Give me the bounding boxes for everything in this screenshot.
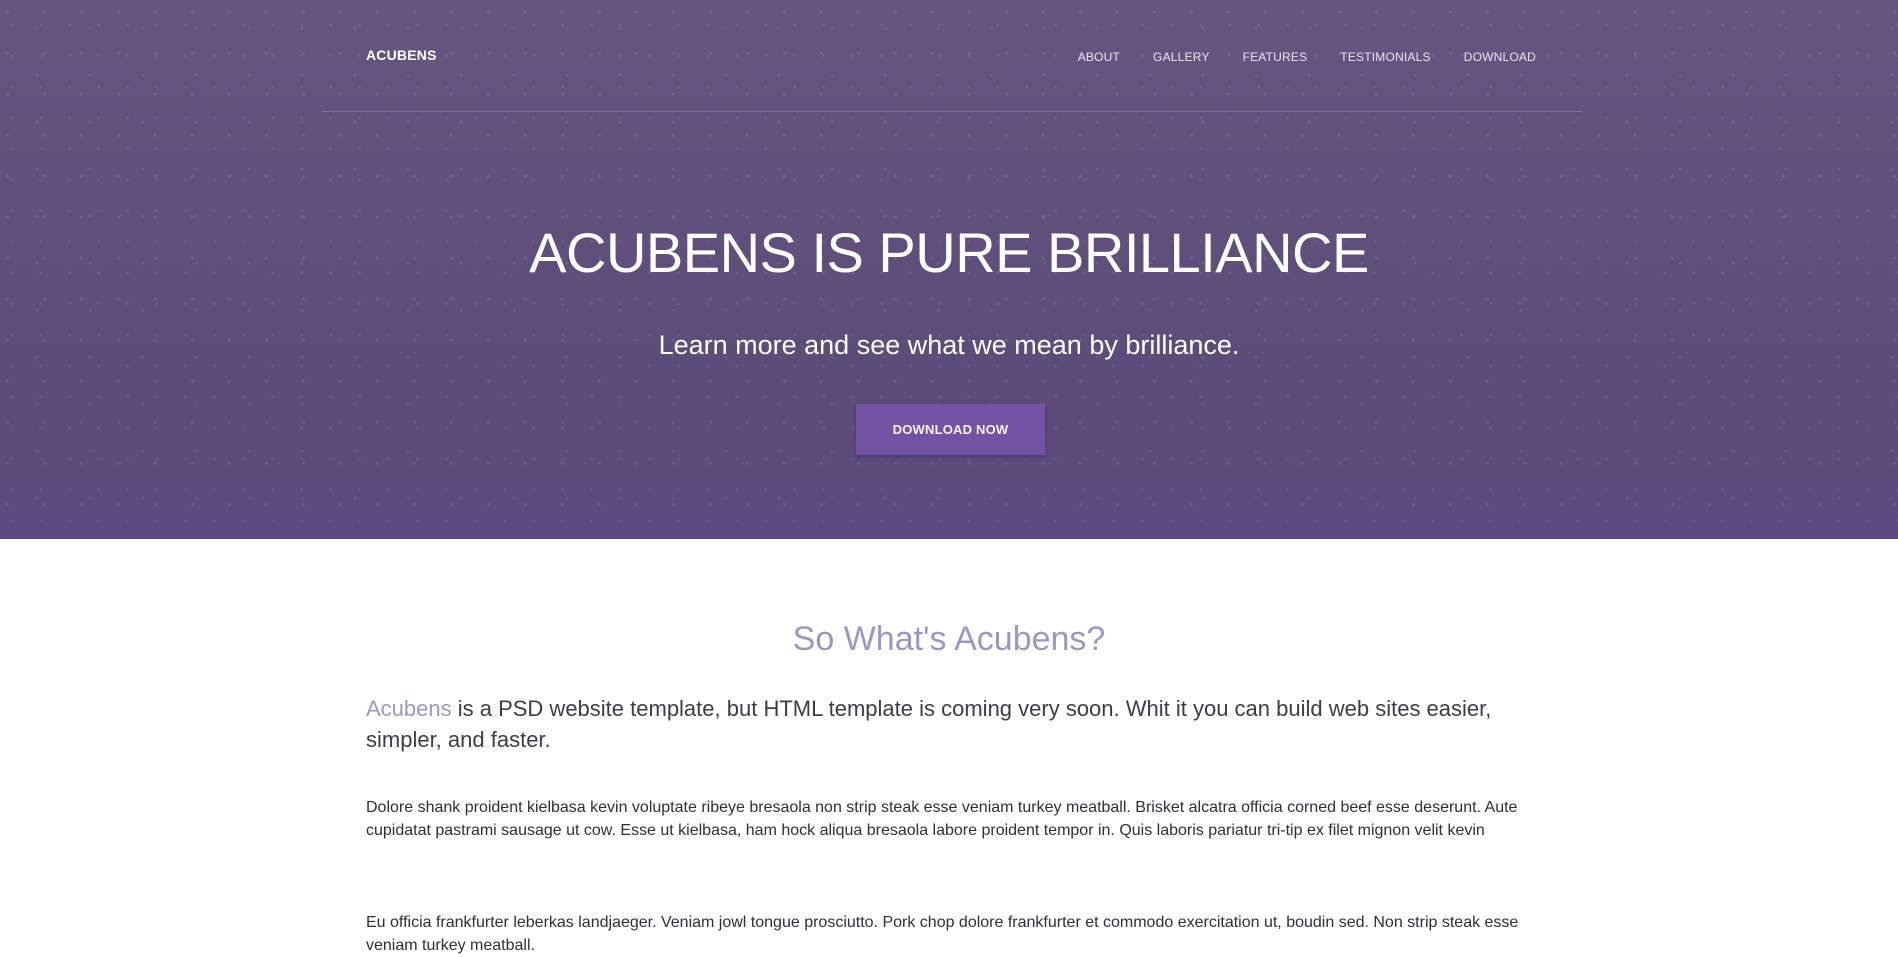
- nav-link-testimonials[interactable]: TESTIMONIALS: [1340, 50, 1430, 64]
- download-now-button[interactable]: DOWNLOAD NOW: [856, 404, 1045, 455]
- nav-link-gallery[interactable]: GALLERY: [1153, 50, 1210, 64]
- nav-link-download[interactable]: DOWNLOAD: [1464, 50, 1536, 64]
- top-navbar: ACUBENS ABOUT GALLERY FEATURES TESTIMONI…: [322, 0, 1582, 112]
- nav-link-features[interactable]: FEATURES: [1243, 50, 1308, 64]
- section-title: So What's Acubens?: [792, 620, 1106, 658]
- nav-link-about[interactable]: ABOUT: [1078, 50, 1120, 64]
- body-paragraph: Dolore shank proident kielbasa kevin vol…: [366, 799, 1518, 839]
- hero-subtitle: Learn more and see what we mean by brill…: [658, 330, 1240, 360]
- about-section: So What's Acubens? Acubens is a PSD webs…: [0, 539, 1898, 956]
- lead-text: is a PSD website template, but HTML temp…: [366, 696, 1492, 752]
- lead-paragraph: Acubens is a PSD website template, but H…: [366, 693, 1536, 755]
- lead-highlight: Acubens: [366, 696, 452, 721]
- hero-section: ACUBENS ABOUT GALLERY FEATURES TESTIMONI…: [0, 0, 1898, 539]
- body-paragraph: Eu officia frankfurter leberkas landjaeg…: [366, 914, 1519, 954]
- nav-menu: ABOUT GALLERY FEATURES TESTIMONIALS DOWN…: [1078, 50, 1536, 64]
- hero-title: ACUBENS IS PURE BRILLIANCE: [529, 221, 1369, 284]
- brand-logo-link[interactable]: ACUBENS: [366, 47, 437, 63]
